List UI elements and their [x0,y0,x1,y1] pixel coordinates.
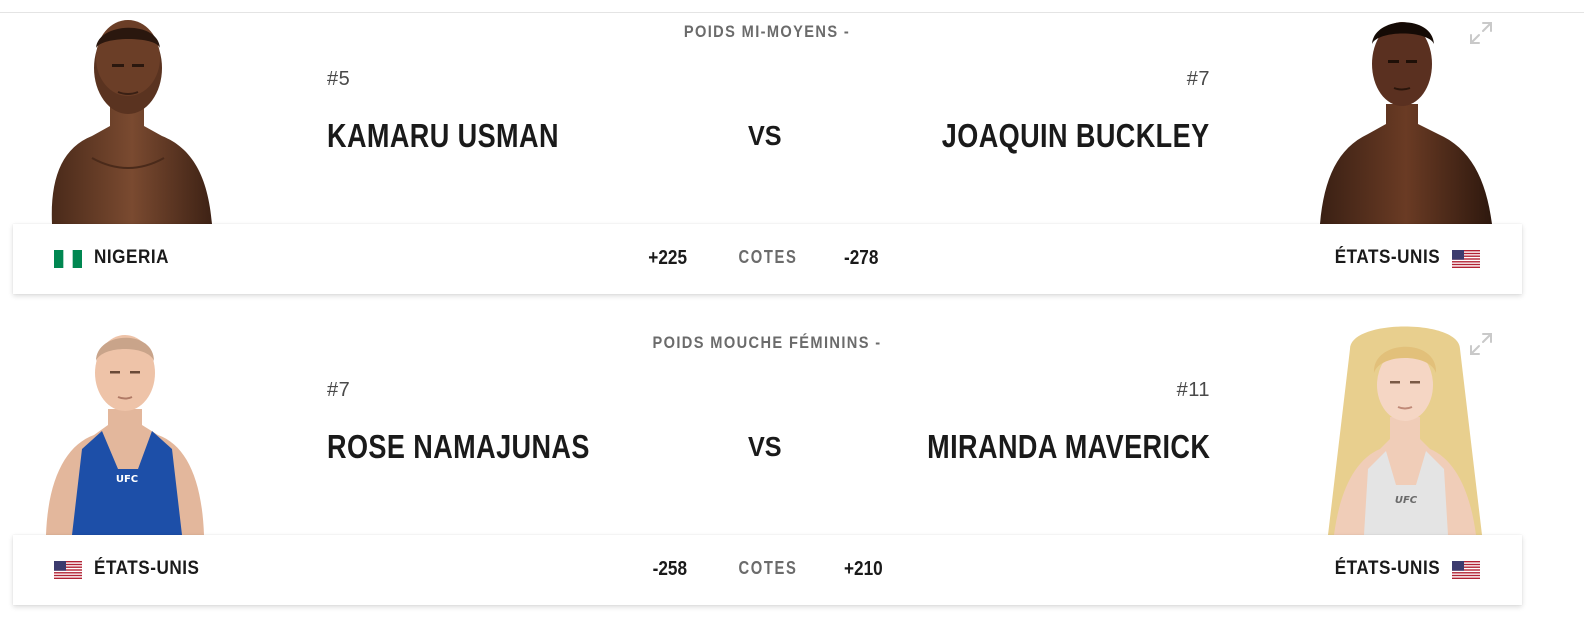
vs-label: VS [748,120,782,151]
jersey-logo: UFC [116,474,138,485]
fighter-photo-blue[interactable] [1310,8,1500,224]
fighter-country-blue: ÉTATS-UNIS [1334,247,1440,268]
weight-class-label: POIDS MOUCHE FÉMININS - [652,333,882,352]
fighter-rank-blue: #7 [1186,68,1210,90]
usa-flag-icon [54,561,82,579]
odds-blue: +210 [844,558,883,580]
usa-flag-icon [1452,250,1480,268]
fighter-photo-red[interactable]: UFC [32,319,222,535]
fight-info-bar: ÉTATS-UNIS -258 COTES +210 ÉTATS-UNIS [13,535,1522,605]
odds-red: -258 [652,558,687,580]
fighter-photo-red[interactable] [32,8,222,224]
jersey-logo: UFC [1395,495,1418,506]
fighter-name-blue[interactable]: MIRANDA MAVERICK [927,427,1210,467]
fighter-name-red[interactable]: ROSE NAMAJUNAS [327,427,590,467]
odds-red: +225 [648,247,687,269]
odds-blue: -278 [844,247,879,269]
odds-label: COTES [738,247,798,267]
fighter-rank-blue: #11 [1176,379,1210,401]
usa-flag-icon [1452,561,1480,579]
fighter-photo-blue[interactable]: UFC [1310,319,1500,535]
fight-card-1[interactable]: POIDS MI-MOYENS - #5 KAMARU USMAN VS #7 … [0,0,1584,296]
fighter-name-blue[interactable]: JOAQUIN BUCKLEY [942,116,1210,156]
odds-label: COTES [738,558,798,578]
vs-label: VS [748,431,782,462]
fighter-rank-red: #5 [327,68,351,90]
nigeria-flag-icon [54,250,82,268]
fighter-rank-red: #7 [327,379,351,401]
fighter-country-red: NIGERIA [94,247,170,268]
fight-card-2[interactable]: POIDS MOUCHE FÉMININS - UFC #7 ROSE NAMA… [0,311,1584,607]
fighter-name-red[interactable]: KAMARU USMAN [327,116,559,156]
weight-class-label: POIDS MI-MOYENS - [683,22,851,41]
fight-info-bar: NIGERIA +225 COTES -278 ÉTATS-UNIS [13,224,1522,294]
fighter-country-red: ÉTATS-UNIS [94,558,200,579]
fighter-country-blue: ÉTATS-UNIS [1334,558,1440,579]
